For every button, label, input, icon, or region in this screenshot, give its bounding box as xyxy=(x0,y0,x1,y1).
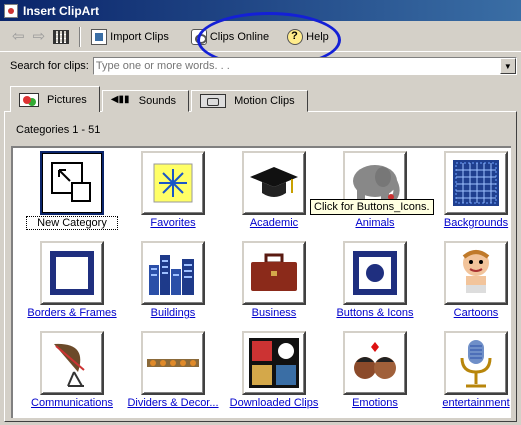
tab-sounds[interactable]: Sounds xyxy=(101,90,190,112)
toolbar-separator xyxy=(79,26,82,47)
import-clips-label: Import Clips xyxy=(110,30,169,43)
category-backgrounds[interactable]: Backgrounds xyxy=(427,148,511,232)
microphone-icon xyxy=(444,331,508,395)
tab-strip: Pictures Sounds Motion Clips xyxy=(10,86,310,112)
chevron-down-icon: ▼ xyxy=(503,61,512,71)
frame-icon xyxy=(40,241,104,305)
category-dividers-decor[interactable]: Dividers & Decor... xyxy=(124,328,222,412)
clip-panel: Categories 1 - 51 New Category Favorites xyxy=(4,111,517,422)
category-downloaded-clips[interactable]: Downloaded Clips xyxy=(225,328,323,412)
clipart-app-icon xyxy=(4,3,18,18)
category-emotions[interactable]: Emotions xyxy=(326,328,424,412)
category-label: New Category xyxy=(26,216,118,230)
tab-label: Sounds xyxy=(138,95,177,107)
category-new-category[interactable]: New Category xyxy=(23,148,121,232)
tab-label: Motion Clips xyxy=(234,95,295,107)
category-label: Emotions xyxy=(352,397,398,409)
category-borders-frames[interactable]: Borders & Frames xyxy=(23,238,121,322)
search-row: Search for clips: ▼ xyxy=(0,54,521,78)
category-label: Buttons & Icons xyxy=(336,307,414,319)
button-icon xyxy=(343,241,407,305)
category-label: Animals xyxy=(355,217,395,229)
category-label: Favorites xyxy=(150,217,196,229)
tab-pictures[interactable]: Pictures xyxy=(10,86,100,112)
pictures-icon xyxy=(19,92,39,107)
category-favorites[interactable]: Favorites xyxy=(124,148,222,232)
category-label: Business xyxy=(251,307,297,319)
emotions-faces-icon xyxy=(343,331,407,395)
category-cartoons[interactable]: Cartoons xyxy=(427,238,511,322)
satellite-dish-icon xyxy=(40,331,104,395)
cartoon-boy-icon xyxy=(444,241,508,305)
category-label: Buildings xyxy=(150,307,196,319)
category-business[interactable]: Business xyxy=(225,238,323,322)
category-count: Categories 1 - 51 xyxy=(16,124,101,136)
category-label: Downloaded Clips xyxy=(229,397,319,409)
skyline-icon xyxy=(141,241,205,305)
backgrounds-icon xyxy=(444,151,508,215)
tooltip: Click for Buttons_Icons. xyxy=(310,199,434,215)
category-entertainment[interactable]: entertainment xyxy=(427,328,511,412)
sounds-speaker-icon xyxy=(111,94,131,108)
search-input[interactable] xyxy=(95,59,496,73)
category-buildings[interactable]: Buildings xyxy=(124,238,222,322)
category-animals[interactable]: Animals xyxy=(326,148,424,232)
forward-button[interactable]: ⇨ xyxy=(29,26,50,48)
tab-motion-clips[interactable]: Motion Clips xyxy=(191,90,308,112)
category-gallery: New Category Favorites Academic Animals … xyxy=(11,146,511,418)
all-categories-button[interactable] xyxy=(49,26,73,48)
import-clips-icon xyxy=(91,28,108,45)
briefcase-icon xyxy=(242,241,306,305)
all-categories-icon xyxy=(53,29,70,44)
window-title: Insert ClipArt xyxy=(23,3,100,18)
back-arrow-icon: ⇦ xyxy=(12,28,25,45)
category-buttons-icons[interactable]: Buttons & Icons xyxy=(326,238,424,322)
search-label: Search for clips: xyxy=(10,60,89,72)
category-communications[interactable]: Communications xyxy=(23,328,121,412)
new-category-icon xyxy=(40,151,104,215)
category-label: Communications xyxy=(31,397,113,409)
category-label: entertainment xyxy=(442,397,510,409)
category-label: Academic xyxy=(249,217,299,229)
graduation-cap-icon xyxy=(242,151,306,215)
downloaded-clips-icon xyxy=(242,331,306,395)
motion-clips-projector-icon xyxy=(200,94,227,108)
category-academic[interactable]: Academic xyxy=(225,148,323,232)
category-label: Dividers & Decor... xyxy=(127,397,219,409)
search-field[interactable]: ▼ xyxy=(92,57,517,75)
favorites-icon xyxy=(141,151,205,215)
tab-label: Pictures xyxy=(47,93,87,106)
import-clips-button[interactable]: Import Clips xyxy=(87,26,173,48)
forward-arrow-icon: ⇨ xyxy=(32,28,46,45)
divider-icon xyxy=(141,331,205,395)
category-label: Backgrounds xyxy=(443,217,509,229)
search-dropdown-button[interactable]: ▼ xyxy=(499,58,516,74)
back-button[interactable]: ⇦ xyxy=(8,26,29,48)
category-label: Cartoons xyxy=(453,307,499,319)
category-label: Borders & Frames xyxy=(27,307,117,319)
